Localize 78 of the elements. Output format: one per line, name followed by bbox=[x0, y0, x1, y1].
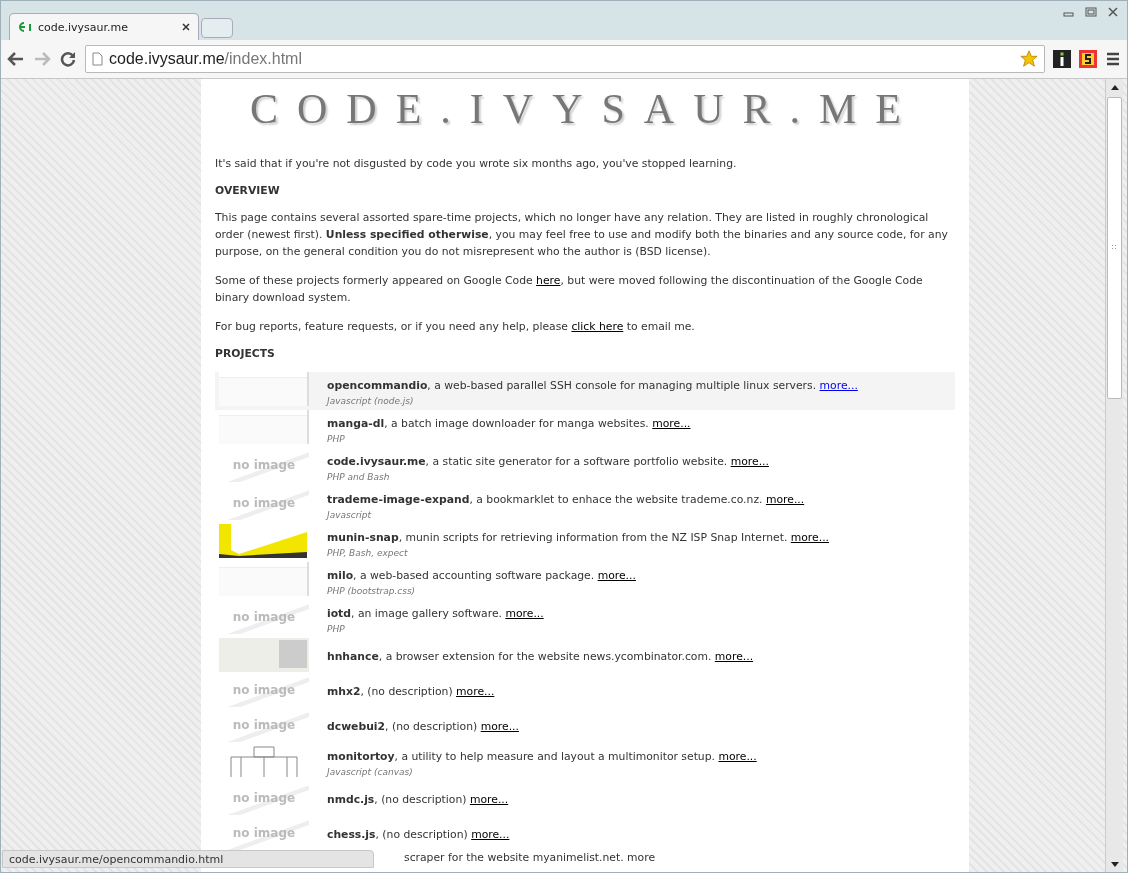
menu-icon[interactable] bbox=[1105, 52, 1121, 66]
project-description: nmdc.js, (no description) more... bbox=[327, 792, 509, 807]
section-heading: OVERVIEW bbox=[215, 184, 281, 197]
site-logo: CODE.IVYSAUR.ME bbox=[249, 85, 921, 133]
project-description: code.ivysaur.me, a static site generator for a software portfolio website. more... bbox=[327, 454, 769, 469]
site-favicon-icon bbox=[18, 21, 32, 33]
more-link[interactable]: more... bbox=[718, 749, 757, 763]
status-bar: code.ivysaur.me/opencommandio.html bbox=[2, 850, 374, 868]
reload-icon[interactable] bbox=[59, 51, 77, 67]
project-description: monitortoy, a utility to help measure and layout a multimonitor setup. more... bbox=[327, 749, 757, 764]
url-path: /index.html bbox=[224, 50, 302, 67]
address-bar[interactable]: code.ivysaur.me/index.html bbox=[85, 45, 1045, 73]
more-link[interactable]: more... bbox=[505, 606, 544, 620]
project-tags: Javascript (canvas) bbox=[327, 766, 757, 777]
project-description: mhx2, (no description) more... bbox=[327, 684, 495, 699]
project-row[interactable]: no image nmdc.js, (no description) more... bbox=[215, 781, 955, 816]
project-description: munin-snap, munin scripts for retrieving information from the NZ ISP Snap Internet. more... bbox=[327, 530, 829, 545]
project-description: chess.js, (no description) more... bbox=[327, 827, 510, 842]
more-link[interactable]: more... bbox=[714, 649, 754, 663]
close-icon[interactable] bbox=[182, 23, 190, 31]
paragraph: Some of these projects formerly appeared on Google Code here, but were moved following the discontinuation of the Google Code binary download system. bbox=[215, 273, 924, 306]
more-link[interactable]: more... bbox=[652, 416, 691, 430]
project-tags: Javascript bbox=[327, 509, 805, 520]
more-link[interactable]: more... bbox=[790, 530, 829, 544]
project-description: milo, a web-based accounting software package. more... bbox=[327, 568, 636, 583]
intro-text: It's said that if you're not disgusted by code you wrote six months ago, you've stopped learning. bbox=[215, 156, 738, 172]
close-window-icon[interactable] bbox=[1107, 7, 1119, 17]
back-arrow-icon[interactable] bbox=[7, 51, 25, 67]
project-tags: PHP bbox=[327, 433, 691, 444]
project-description: scraper for the website myanimelist.net. more bbox=[404, 851, 656, 864]
page-icon bbox=[92, 52, 103, 66]
grip-icon bbox=[1111, 245, 1118, 251]
extension-icon[interactable] bbox=[1079, 50, 1097, 68]
url-host: code.ivysaur.me bbox=[109, 50, 225, 67]
paragraph: For bug reports, feature requests, or if you need any help, please click here to email me. bbox=[215, 319, 696, 335]
more-link[interactable]: more... bbox=[597, 568, 636, 582]
project-row[interactable]: no image code.ivysaur.me, a static site generator for a software portfolio website. more... PHP and Bash bbox=[215, 448, 955, 486]
project-tags: PHP and Bash bbox=[327, 471, 769, 482]
more-link[interactable]: more... bbox=[480, 719, 519, 733]
project-row[interactable]: no image mhx2, (no description) more... bbox=[215, 673, 955, 708]
project-row[interactable]: no image trademe-image-expand, a bookmarklet to enhace the website trademe.co.nz. more... Javascript bbox=[215, 486, 955, 524]
project-description: hnhance, a browser extension for the website news.ycombinator.com. more... bbox=[327, 649, 754, 664]
more-link[interactable]: more... bbox=[765, 492, 805, 506]
scroll-up-icon[interactable] bbox=[1110, 84, 1119, 90]
tab-title: code.ivysaur.me bbox=[38, 20, 130, 34]
project-row[interactable]: no image chess.js, (no description) more... bbox=[215, 816, 955, 851]
info-extension-icon[interactable] bbox=[1053, 50, 1071, 68]
project-description: opencommandio, a web-based parallel SSH console for managing multiple linux servers. more... bbox=[327, 378, 858, 393]
project-row[interactable]: manga-dl, a batch image downloader for manga websites. more... PHP bbox=[215, 410, 955, 448]
project-tags: PHP bbox=[327, 623, 544, 634]
project-tags: Javascript (node.js) bbox=[327, 395, 858, 406]
project-tags: PHP, Bash, expect bbox=[327, 547, 829, 558]
scrollbar[interactable] bbox=[1105, 79, 1123, 872]
star-icon[interactable] bbox=[1020, 50, 1038, 68]
more-link[interactable]: more... bbox=[730, 454, 769, 468]
maximize-icon[interactable] bbox=[1085, 7, 1097, 17]
project-row[interactable]: no image dcwebui2, (no description) more... bbox=[215, 708, 955, 743]
text-link[interactable]: click here bbox=[571, 320, 624, 333]
project-description: dcwebui2, (no description) more... bbox=[327, 719, 519, 734]
project-row[interactable]: hnhance, a browser extension for the website news.ycombinator.com. more... bbox=[215, 638, 955, 673]
scrollbar-thumb[interactable] bbox=[1107, 97, 1122, 399]
project-row[interactable]: opencommandio, a web-based parallel SSH console for managing multiple linux servers. more... Javascript (node.js) bbox=[215, 372, 955, 410]
project-row[interactable]: milo, a web-based accounting software package. more... PHP (bootstrap.css) bbox=[215, 562, 955, 600]
project-description: trademe-image-expand, a bookmarklet to enhace the website trademe.co.nz. more... bbox=[327, 492, 805, 507]
project-description: manga-dl, a batch image downloader for manga websites. more... bbox=[327, 416, 691, 431]
paragraph: This page contains several assorted spare-time projects, which no longer have any relation. They are listed in roughly chronological order (newest first). Unless specified otherwise, you may feel free to use and modify both the binaries and any source code, for any purpose, on the general condition you do not misrepresent who the author is (BSD license). bbox=[215, 210, 949, 260]
project-description: iotd, an image gallery software. more... bbox=[327, 606, 544, 621]
project-tags: PHP (bootstrap.css) bbox=[327, 585, 636, 596]
scroll-down-icon[interactable] bbox=[1110, 861, 1119, 867]
more-link[interactable]: more... bbox=[456, 684, 495, 698]
project-row[interactable]: no image iotd, an image gallery software. more... PHP bbox=[215, 600, 955, 638]
project-row[interactable]: munin-snap, munin scripts for retrieving information from the NZ ISP Snap Internet. more... PHP, Bash, expect bbox=[215, 524, 955, 562]
more-link[interactable]: more... bbox=[469, 792, 509, 806]
project-row[interactable]: monitortoy, a utility to help measure and layout a multimonitor setup. more... Javascript (canvas) bbox=[215, 743, 955, 781]
more-link[interactable]: more... bbox=[819, 378, 858, 392]
section-heading: PROJECTS bbox=[215, 347, 276, 360]
browser-tab[interactable]: code.ivysaur.me bbox=[9, 13, 199, 40]
more-link[interactable]: more... bbox=[471, 827, 510, 841]
